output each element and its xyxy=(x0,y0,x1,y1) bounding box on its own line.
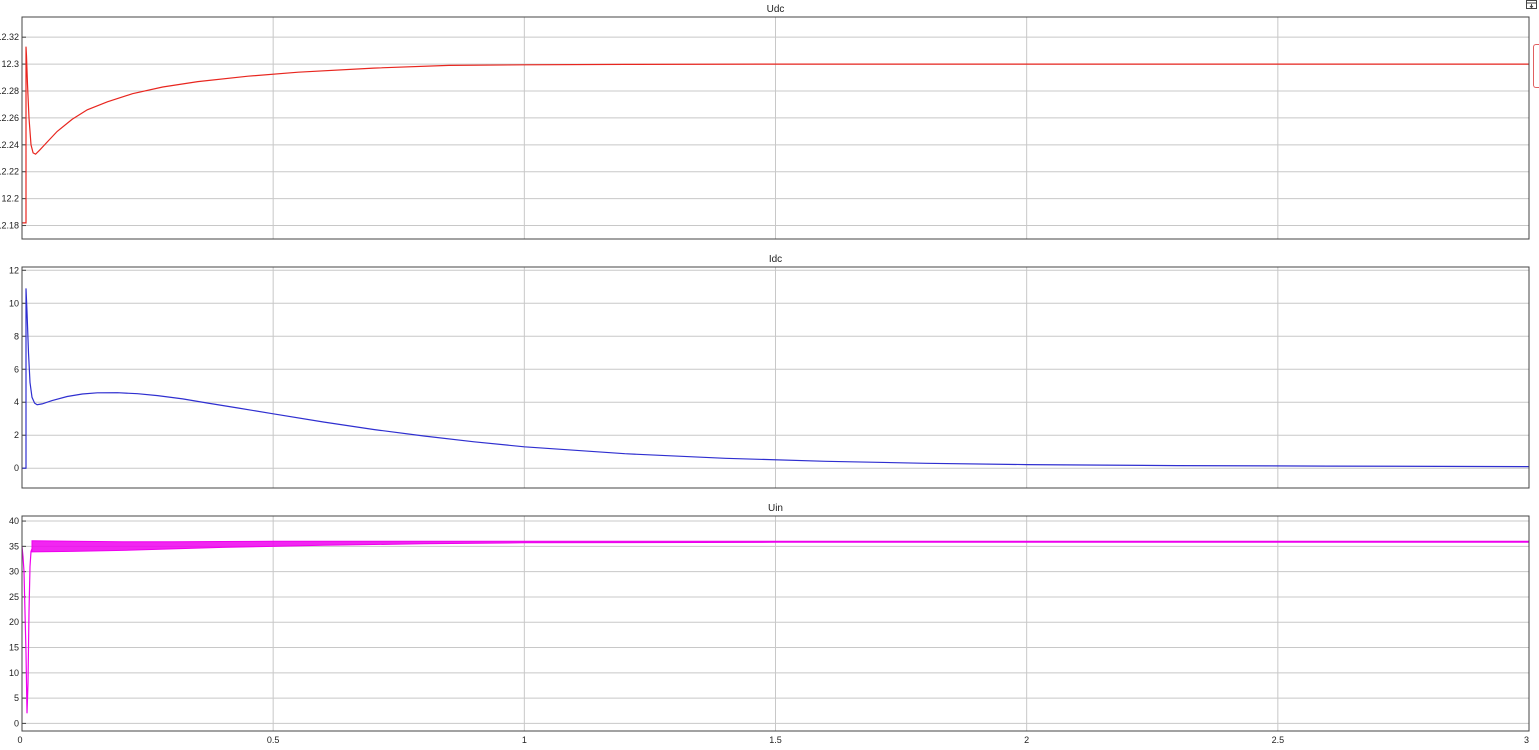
panel-3-ytick-label: 25 xyxy=(9,592,19,602)
panel-3-xtick-label: 3 xyxy=(1524,735,1529,745)
panel-3-xtick-label: 2.5 xyxy=(1272,735,1285,745)
panel-3-title: Uin xyxy=(768,503,783,514)
legend-tab[interactable] xyxy=(1533,44,1539,88)
panel-2-ytick-label: 8 xyxy=(14,331,19,341)
panel-2-ytick-label: 4 xyxy=(14,397,19,407)
panel-3-xtick-label: 2 xyxy=(1024,735,1029,745)
panel-2-ytick-label: 10 xyxy=(9,298,19,308)
panel-3-ytick-label: 0 xyxy=(14,718,19,728)
panel-3-ytick-label: 40 xyxy=(9,516,19,526)
panel-1-title: Udc xyxy=(767,4,785,15)
panel-1-ytick-label: 12.2 xyxy=(1,194,19,204)
panel-1-ytick-label: 12.22 xyxy=(0,167,19,177)
panel-3-ytick-label: 15 xyxy=(9,643,19,653)
panel-3-xtick-label: 0.5 xyxy=(267,735,280,745)
panel-2-ytick-label: 12 xyxy=(9,265,19,275)
panel-1-ytick-label: 12.18 xyxy=(0,221,19,231)
panel-1-ytick-label: 12.32 xyxy=(0,32,19,42)
undock-icon[interactable] xyxy=(1526,0,1537,9)
panel-3-ytick-label: 10 xyxy=(9,668,19,678)
panel-3-ytick-label: 35 xyxy=(9,541,19,551)
panel-3-ytick-label: 20 xyxy=(9,617,19,627)
panel-3-ytick-label: 30 xyxy=(9,567,19,577)
panel-2-title: Idc xyxy=(769,254,782,265)
panel-3-xtick-label: 1 xyxy=(522,735,527,745)
panel-1-ytick-label: 12.3 xyxy=(1,59,19,69)
panel-1-ytick-label: 12.28 xyxy=(0,86,19,96)
panel-1-ytick-label: 12.26 xyxy=(0,113,19,123)
panel-2-ytick-label: 0 xyxy=(14,463,19,473)
panel-2-ytick-label: 2 xyxy=(14,430,19,440)
panel-2-ytick-label: 6 xyxy=(14,364,19,374)
scope-figure: Udc 12.18 12.2 12.22 12.24 12.26 12.28 12.3 12.3… xyxy=(0,4,1530,745)
panel-1-ytick-label: 12.24 xyxy=(0,140,19,150)
panel-3-ytick-label: 5 xyxy=(14,693,19,703)
panel-3-xtick-label: 0 xyxy=(17,735,22,745)
panel-3-xtick-label: 1.5 xyxy=(769,735,782,745)
